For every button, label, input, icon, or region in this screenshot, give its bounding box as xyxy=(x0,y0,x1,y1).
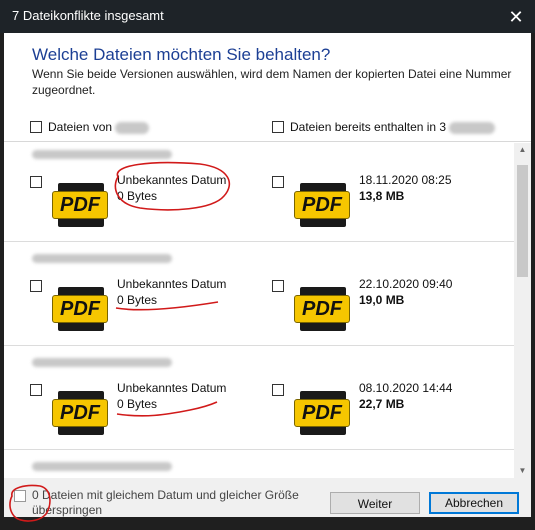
header-divider xyxy=(4,141,531,142)
dialog-footer: 0 Dateien mit gleichem Datum und gleiche… xyxy=(4,478,531,517)
destination-file-info: 08.10.2020 14:44 22,7 MB xyxy=(359,380,452,412)
source-date: Unbekanntes Datum xyxy=(117,277,227,291)
pdf-file-icon: PDF xyxy=(294,391,350,435)
list-item: PDF Unbekanntes Datum 0 Bytes PDF 22.10.… xyxy=(4,247,514,346)
destination-date: 08.10.2020 14:44 xyxy=(359,381,453,395)
redacted-file-name xyxy=(32,253,172,264)
source-size: 0 Bytes xyxy=(117,189,158,203)
cancel-button[interactable]: Abbrechen xyxy=(429,492,519,514)
destination-size: 19,0 MB xyxy=(359,293,405,307)
continue-button[interactable]: Weiter xyxy=(330,492,420,514)
skip-identical-label: 0 Dateien mit gleichem Datum und gleiche… xyxy=(32,488,299,517)
pdf-file-icon: PDF xyxy=(52,183,108,227)
redacted-source-name xyxy=(115,121,150,134)
destination-file-info: 22.10.2020 09:40 19,0 MB xyxy=(359,276,452,308)
list-item: PDF Unbekanntes Datum 0 Bytes PDF 18.11.… xyxy=(4,143,514,242)
pdf-file-icon: PDF xyxy=(52,287,108,331)
dialog-description: Wenn Sie beide Versionen auswählen, wird… xyxy=(32,67,512,97)
source-column-label: Dateien von xyxy=(48,120,113,134)
source-date: Unbekanntes Datum xyxy=(117,381,227,395)
destination-file-info: 18.11.2020 08:25 13,8 MB xyxy=(359,172,452,204)
keep-destination-checkbox[interactable] xyxy=(272,176,284,188)
source-file-info: Unbekanntes Datum 0 Bytes xyxy=(117,380,226,412)
skip-identical-checkbox[interactable] xyxy=(14,490,26,502)
pdf-file-icon: PDF xyxy=(294,287,350,331)
keep-source-checkbox[interactable] xyxy=(30,280,42,292)
list-item: PDF Unbekanntes Datum 0 Bytes PDF 08.10.… xyxy=(4,351,514,450)
source-file-info: Unbekanntes Datum 0 Bytes xyxy=(117,172,226,204)
window-title: 7 Dateikonflikte insgesamt xyxy=(12,8,164,23)
scroll-up-icon[interactable]: ▲ xyxy=(514,143,531,157)
destination-column-label: Dateien bereits enthalten in 3 xyxy=(290,120,447,134)
background-window-strip xyxy=(0,517,535,530)
title-bar: 7 Dateikonflikte insgesamt ✕ xyxy=(0,0,535,33)
source-column-header: Dateien von xyxy=(48,120,150,134)
scrollbar-thumb[interactable] xyxy=(517,165,528,277)
list-item xyxy=(4,455,514,478)
pdf-file-icon: PDF xyxy=(294,183,350,227)
destination-column-header: Dateien bereits enthalten in 3 xyxy=(290,120,496,134)
source-size: 0 Bytes xyxy=(117,397,158,411)
scroll-down-icon[interactable]: ▼ xyxy=(514,464,531,478)
keep-destination-checkbox[interactable] xyxy=(272,384,284,396)
redacted-file-name xyxy=(32,149,172,160)
keep-source-checkbox[interactable] xyxy=(30,176,42,188)
source-size: 0 Bytes xyxy=(117,293,158,307)
destination-size: 22,7 MB xyxy=(359,397,405,411)
select-all-source-checkbox[interactable] xyxy=(30,121,42,133)
conflict-list: PDF Unbekanntes Datum 0 Bytes PDF 18.11.… xyxy=(4,143,531,478)
keep-destination-checkbox[interactable] xyxy=(272,280,284,292)
source-file-info: Unbekanntes Datum 0 Bytes xyxy=(117,276,226,308)
dialog-heading: Welche Dateien möchten Sie behalten? xyxy=(32,45,331,64)
vertical-scrollbar[interactable]: ▲ ▼ xyxy=(514,143,531,478)
redacted-file-name xyxy=(32,461,172,472)
redacted-file-name xyxy=(32,357,172,368)
destination-date: 22.10.2020 09:40 xyxy=(359,277,453,291)
file-conflict-dialog: Welche Dateien möchten Sie behalten? Wen… xyxy=(4,33,531,517)
select-all-destination-checkbox[interactable] xyxy=(272,121,284,133)
redacted-destination-name xyxy=(449,121,496,134)
pdf-file-icon: PDF xyxy=(52,391,108,435)
keep-source-checkbox[interactable] xyxy=(30,384,42,396)
destination-date: 18.11.2020 08:25 xyxy=(359,173,452,187)
source-date: Unbekanntes Datum xyxy=(117,173,227,187)
destination-size: 13,8 MB xyxy=(359,189,405,203)
close-icon[interactable]: ✕ xyxy=(505,6,527,28)
